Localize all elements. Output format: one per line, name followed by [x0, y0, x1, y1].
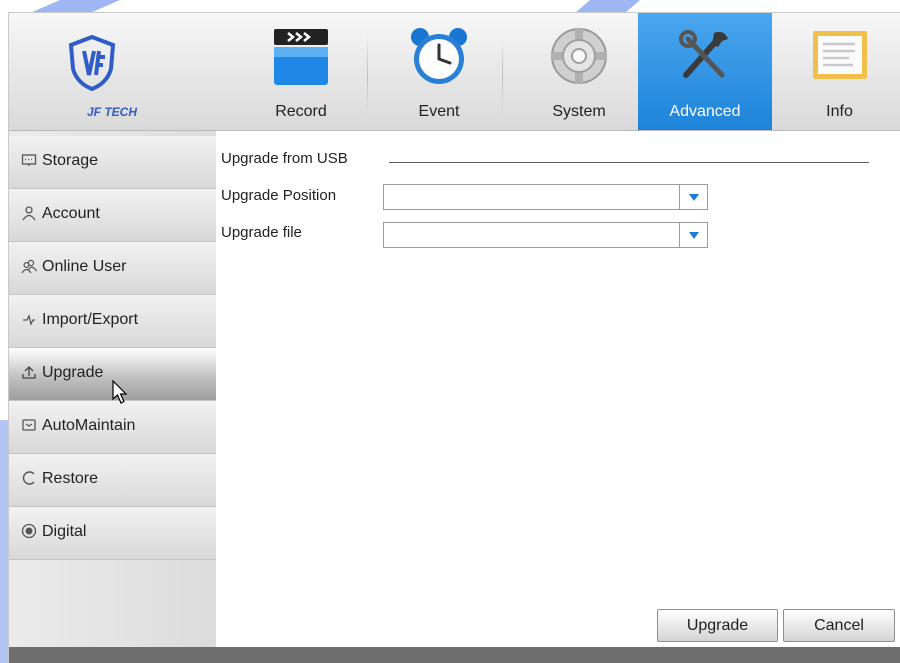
storage-icon: [21, 154, 37, 166]
chevron-down-icon[interactable]: [679, 223, 707, 247]
upload-icon: [22, 366, 36, 379]
sidebar-item-restore[interactable]: Restore: [9, 454, 216, 507]
bottom-status-bar: [9, 647, 900, 663]
upgrade-file-label: Upgrade file: [221, 224, 302, 241]
maintain-icon: [22, 419, 36, 431]
sidebar-item-import-export[interactable]: Import/Export: [9, 295, 216, 348]
tab-event[interactable]: Event: [384, 13, 494, 130]
upgrade-panel: Upgrade from USB Upgrade Position Upgrad…: [216, 131, 900, 663]
cancel-button[interactable]: Cancel: [783, 609, 895, 642]
upgrade-position-select[interactable]: [383, 184, 708, 210]
upgrade-file-select[interactable]: [383, 222, 708, 248]
top-menu-bar: JF TECH Record Event System Advanced Inf…: [9, 13, 900, 131]
sidebar-item-label: Storage: [42, 152, 99, 169]
upgrade-button[interactable]: Upgrade: [657, 609, 778, 642]
radio-dot-icon: [21, 523, 37, 539]
clapperboard-icon: [274, 29, 328, 85]
section-title: Upgrade from USB: [221, 150, 348, 167]
chevron-down-icon[interactable]: [679, 185, 707, 209]
sidebar-item-storage[interactable]: Storage: [9, 136, 216, 189]
sidebar-item-account[interactable]: Account: [9, 189, 216, 242]
tab-label: System: [552, 103, 606, 120]
dvr-window: JF TECH Record Event System Advanced Inf…: [9, 13, 900, 663]
tab-separator: [367, 35, 368, 115]
jf-tech-shield-logo: [68, 35, 116, 91]
tab-label: Event: [418, 103, 460, 120]
alarm-clock-icon: [411, 28, 467, 84]
sidebar-item-automaintain[interactable]: AutoMaintain: [9, 401, 216, 454]
sidebar-item-label: Upgrade: [42, 364, 104, 381]
sidebar-item-online-user[interactable]: Online User: [9, 242, 216, 295]
sidebar-item-label: AutoMaintain: [42, 417, 136, 434]
gear-icon: [551, 28, 607, 84]
logo-text: JF TECH: [86, 105, 137, 119]
tab-info[interactable]: Info: [779, 13, 900, 130]
tab-separator: [502, 35, 503, 115]
tab-label: Advanced: [669, 103, 741, 120]
tab-label: Info: [826, 103, 853, 120]
mouse-cursor-icon: [112, 380, 128, 404]
tab-advanced[interactable]: Advanced: [638, 13, 772, 130]
tab-system[interactable]: System: [519, 13, 639, 130]
brand-logo: JF TECH: [9, 13, 231, 130]
sidebar-item-label: Online User: [42, 258, 127, 275]
users-icon: [21, 259, 37, 274]
info-screen-icon: [812, 31, 867, 79]
tab-label: Record: [275, 103, 327, 120]
sidebar-item-label: Account: [42, 205, 100, 222]
tools-icon: [679, 30, 728, 78]
section-divider: [389, 162, 869, 163]
import-export-icon: [23, 314, 35, 326]
restore-icon: [22, 471, 35, 485]
tab-record[interactable]: Record: [246, 13, 356, 130]
person-icon: [22, 206, 36, 221]
sidebar-item-digital[interactable]: Digital: [9, 507, 216, 560]
sidebar-item-label: Digital: [42, 523, 87, 540]
sidebar-item-label: Restore: [42, 470, 99, 487]
sidebar-item-label: Import/Export: [42, 311, 139, 328]
upgrade-position-label: Upgrade Position: [221, 187, 337, 204]
